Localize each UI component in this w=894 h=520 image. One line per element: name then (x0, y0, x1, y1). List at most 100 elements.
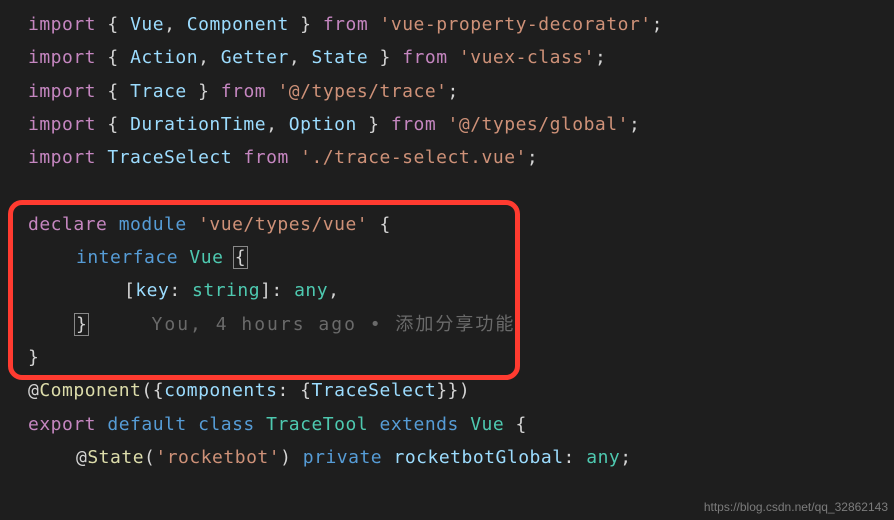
keyword-from: from (312, 14, 380, 35)
git-blame-annotation: You, 4 hours ago • 添加分享功能 (87, 314, 515, 335)
space (96, 81, 107, 102)
brace: } (368, 47, 391, 68)
ident: key (135, 280, 169, 301)
semicolon: ; (527, 147, 538, 168)
watermark-text: https://blog.csdn.net/qq_32862143 (704, 496, 888, 518)
keyword-import: import (28, 14, 96, 35)
colon: : { (277, 380, 311, 401)
code-line[interactable]: @Component({components: {TraceSelect}}) (28, 374, 894, 407)
string: './trace-select.vue' (300, 147, 527, 168)
space (178, 247, 189, 268)
brace: { (107, 14, 130, 35)
code-line[interactable]: } (28, 341, 894, 374)
space (382, 447, 393, 468)
semicolon: ; (448, 81, 459, 102)
ident: Action (130, 47, 198, 68)
ident: Trace (130, 81, 187, 102)
ident: TraceSelect (107, 147, 232, 168)
string: 'rocketbot' (155, 447, 280, 468)
string: 'vue/types/vue' (198, 214, 368, 235)
decorator: Component (39, 380, 141, 401)
space (96, 47, 107, 68)
brace: } (187, 81, 210, 102)
type-name: any (294, 280, 328, 301)
keyword-export: export (28, 414, 96, 435)
keyword-import: import (28, 47, 96, 68)
paren: }}) (436, 380, 470, 401)
keyword-from: from (380, 114, 448, 135)
brace: } (357, 114, 380, 135)
ident: Getter (221, 47, 289, 68)
space (96, 114, 107, 135)
space (96, 414, 107, 435)
type-name: string (192, 280, 260, 301)
at-sign: @ (76, 447, 87, 468)
ident: State (312, 47, 369, 68)
comma: , (266, 114, 289, 135)
code-line[interactable]: export default class TraceTool extends V… (28, 408, 894, 441)
colon: : (169, 280, 192, 301)
ident: Vue (130, 14, 164, 35)
bracket: [ (124, 280, 135, 301)
space (187, 214, 198, 235)
keyword-from: from (232, 147, 300, 168)
comma: , (328, 280, 339, 301)
string: 'vuex-class' (459, 47, 595, 68)
keyword-private: private (303, 447, 382, 468)
string: '@/types/trace' (277, 81, 447, 102)
paren: ({ (141, 380, 164, 401)
brace: { (107, 47, 130, 68)
code-line[interactable]: declare module 'vue/types/vue' { (28, 208, 894, 241)
space (255, 414, 266, 435)
ident: DurationTime (130, 114, 266, 135)
ident: Option (289, 114, 357, 135)
code-line[interactable]: interface Vue { (28, 241, 894, 274)
keyword-module: module (119, 214, 187, 235)
keyword-default: default (107, 414, 186, 435)
comma: , (198, 47, 221, 68)
comma: , (289, 47, 312, 68)
code-line[interactable]: import { Trace } from '@/types/trace'; (28, 75, 894, 108)
type-name: TraceTool (266, 414, 368, 435)
brace: } (28, 347, 39, 368)
ident: rocketbotGlobal (393, 447, 563, 468)
ident: components (164, 380, 277, 401)
brace: { (107, 114, 130, 135)
code-line[interactable]: import TraceSelect from './trace-select.… (28, 141, 894, 174)
semicolon: ; (620, 447, 631, 468)
code-line[interactable]: import { Action, Getter, State } from 'v… (28, 41, 894, 74)
decorator: State (87, 447, 144, 468)
bracket: ]: (260, 280, 294, 301)
paren: ( (144, 447, 155, 468)
comma: , (164, 14, 187, 35)
keyword-from: from (391, 47, 459, 68)
brace: { (107, 81, 130, 102)
semicolon: ; (652, 14, 663, 35)
space (368, 414, 379, 435)
code-line[interactable]: import { Vue, Component } from 'vue-prop… (28, 8, 894, 41)
keyword-import: import (28, 81, 96, 102)
brace: } (289, 14, 312, 35)
type-name: Vue (470, 414, 504, 435)
code-line[interactable]: [key: string]: any, (28, 274, 894, 307)
space (459, 414, 470, 435)
keyword-import: import (28, 114, 96, 135)
string: '@/types/global' (448, 114, 629, 135)
space (107, 214, 118, 235)
keyword-from: from (209, 81, 277, 102)
blank-line[interactable] (28, 174, 894, 207)
paren: ) (280, 447, 303, 468)
ident: Component (187, 14, 289, 35)
colon: : (564, 447, 587, 468)
code-line[interactable]: import { DurationTime, Option } from '@/… (28, 108, 894, 141)
semicolon: ; (595, 47, 606, 68)
semicolon: ; (629, 114, 640, 135)
type-name: any (586, 447, 620, 468)
space (96, 14, 107, 35)
keyword-declare: declare (28, 214, 107, 235)
keyword-extends: extends (380, 414, 459, 435)
string: 'vue-property-decorator' (380, 14, 652, 35)
keyword-interface: interface (76, 247, 178, 268)
code-line[interactable]: } You, 4 hours ago • 添加分享功能 (28, 308, 894, 341)
code-line[interactable]: @State('rocketbot') private rocketbotGlo… (28, 441, 894, 474)
